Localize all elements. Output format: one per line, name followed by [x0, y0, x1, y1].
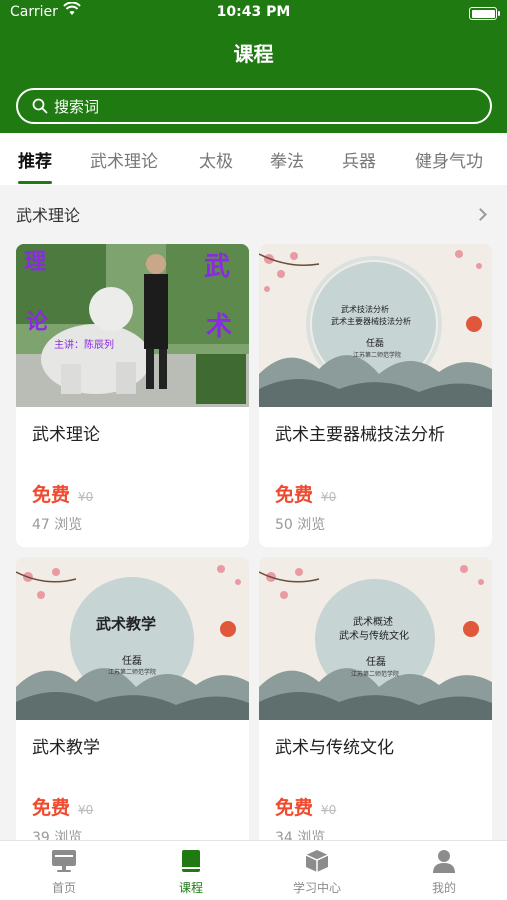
thumb-school: 江苏第二师范学院	[108, 669, 157, 676]
tabbar-item-home[interactable]: 首页	[24, 849, 104, 896]
view-count: 47 浏览	[32, 517, 83, 533]
section-header[interactable]: 武术理论	[16, 196, 491, 232]
tab-qigong[interactable]: 健身气功	[415, 147, 483, 172]
monitor-icon	[52, 850, 76, 872]
price-row: 免费 ¥0	[275, 793, 336, 820]
course-card[interactable]: 武术概述 武术与传统文化 任磊 江苏第二师范学院 武术与传统文化 免费 ¥0 3…	[259, 557, 492, 847]
thumb-author: 任磊	[366, 657, 386, 668]
thumb-text: 武	[204, 252, 231, 282]
category-tabs: 推荐 武术理论 太极 拳法 兵器 健身气功	[0, 133, 507, 185]
thumb-author: 任磊	[366, 339, 385, 349]
tabbar-label: 我的	[431, 881, 456, 895]
price-free: 免费	[275, 797, 314, 819]
thumb-text: 武术主要器械技法分析	[331, 317, 411, 326]
course-name: 武术与传统文化	[275, 738, 394, 758]
thumb-text: 论	[26, 310, 49, 335]
tabbar-label: 课程	[178, 881, 203, 895]
thumb-text: 武术教学	[96, 615, 157, 633]
thumb-author: 任磊	[122, 656, 142, 667]
tabbar-label: 学习中心	[292, 881, 341, 895]
tab-recommend[interactable]: 推荐	[18, 147, 52, 184]
course-thumbnail: 理 论 武 术 主讲：陈辰列	[16, 244, 249, 407]
thumb-text: 武术技法分析	[341, 305, 389, 314]
thumb-school: 江苏第二师范学院	[353, 352, 402, 359]
thumb-text: 术	[206, 312, 233, 342]
section-title: 武术理论	[16, 206, 81, 225]
price-row: 免费 ¥0	[32, 793, 93, 820]
original-price: ¥0	[78, 803, 94, 817]
course-name: 武术理论	[32, 425, 100, 445]
cube-icon	[305, 850, 329, 872]
search-placeholder: 搜索词	[54, 97, 100, 116]
person-icon	[433, 850, 455, 873]
original-price: ¥0	[321, 490, 337, 504]
view-count: 50 浏览	[275, 517, 326, 533]
status-time: 10:43 PM	[216, 4, 291, 20]
thumb-text: 理	[24, 250, 47, 275]
course-thumbnail: 武术概述 武术与传统文化 任磊 江苏第二师范学院	[259, 557, 492, 720]
course-name: 武术主要器械技法分析	[275, 425, 445, 445]
original-price: ¥0	[78, 490, 94, 504]
price-free: 免费	[275, 484, 314, 506]
course-card[interactable]: 武术技法分析 武术主要器械技法分析 任磊 江苏第二师范学院 武术主要器械技法分析…	[259, 244, 492, 547]
price-row: 免费 ¥0	[275, 480, 336, 507]
chevron-right-icon[interactable]	[474, 207, 487, 221]
course-thumbnail: 武术教学 任磊 江苏第二师范学院	[16, 557, 249, 720]
thumb-school: 江苏第二师范学院	[351, 671, 400, 678]
battery-icon	[469, 7, 500, 20]
thumb-text: 武术与传统文化	[339, 631, 409, 642]
thumb-text: 武术概述	[353, 617, 393, 628]
page-title: 课程	[233, 42, 274, 66]
header: Carrier 10:43 PM 课程 搜索词	[0, 0, 507, 133]
price-free: 免费	[32, 797, 71, 819]
course-card[interactable]: 理 论 武 术 主讲：陈辰列 武术理论 免费 ¥0 47 浏览	[16, 244, 249, 547]
tab-weapons[interactable]: 兵器	[342, 147, 376, 172]
price-row: 免费 ¥0	[32, 480, 93, 507]
price-free: 免费	[32, 484, 71, 506]
original-price: ¥0	[321, 803, 337, 817]
course-thumbnail: 武术技法分析 武术主要器械技法分析 任磊 江苏第二师范学院	[259, 244, 492, 407]
tabbar-item-profile[interactable]: 我的	[404, 849, 484, 896]
tab-taiji[interactable]: 太极	[199, 147, 233, 172]
tabbar-label: 首页	[51, 881, 76, 895]
course-card[interactable]: 武术教学 任磊 江苏第二师范学院 武术教学 免费 ¥0 39 浏览	[16, 557, 249, 847]
tab-boxing[interactable]: 拳法	[270, 147, 304, 172]
course-name: 武术教学	[32, 738, 100, 758]
thumb-lecturer: 主讲：陈辰列	[54, 340, 114, 351]
search-icon	[32, 98, 48, 114]
search-input[interactable]: 搜索词	[16, 88, 492, 124]
status-bar: Carrier 10:43 PM	[10, 2, 500, 26]
tabbar-item-courses[interactable]: 课程	[151, 849, 231, 896]
tab-martial-theory[interactable]: 武术理论	[90, 147, 158, 172]
ink-painting	[16, 557, 249, 720]
bottom-tab-bar: 首页 课程 学习中心 我的	[0, 840, 507, 900]
tabbar-item-learning-center[interactable]: 学习中心	[277, 849, 357, 896]
book-icon	[182, 850, 200, 872]
